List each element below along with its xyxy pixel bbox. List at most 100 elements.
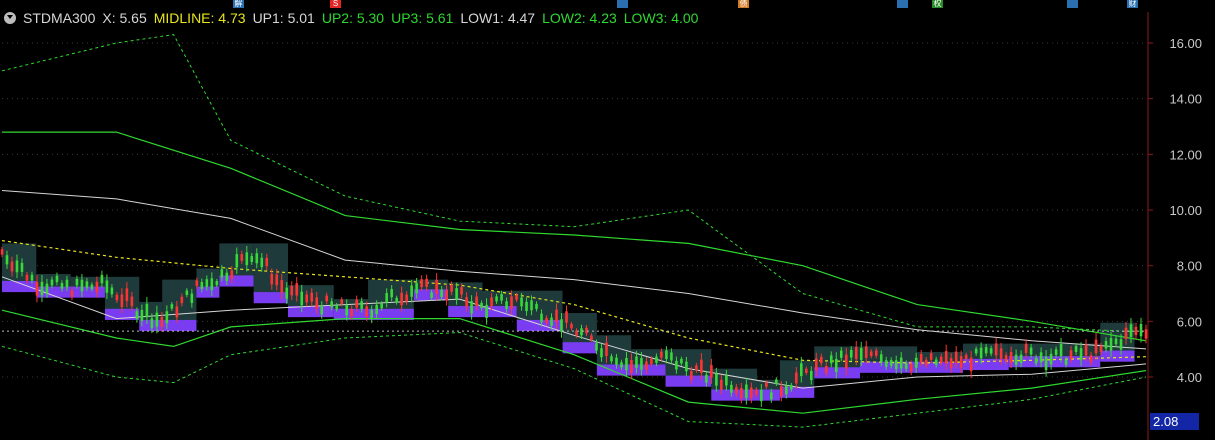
candle-body: [360, 301, 363, 309]
candle-body: [465, 297, 468, 307]
candle-body: [1114, 338, 1118, 345]
candle-body: [265, 257, 269, 267]
candle-body: [105, 280, 109, 293]
marker-5[interactable]: 权: [932, 0, 943, 8]
candle-body: [0, 249, 4, 255]
candle-body: [530, 300, 533, 311]
low-bar: [196, 286, 220, 298]
candle-body: [775, 379, 778, 384]
candle-body: [495, 296, 498, 302]
candle-body: [1039, 352, 1043, 363]
marker-1[interactable]: S: [330, 0, 341, 8]
candle-body: [605, 342, 608, 357]
candle-body: [430, 292, 433, 298]
candle-body: [999, 348, 1003, 360]
candle-body: [165, 311, 169, 324]
candle-body: [1144, 329, 1148, 339]
marker-4[interactable]: [897, 0, 908, 8]
candle-body: [1089, 355, 1093, 363]
candle-body: [270, 273, 274, 285]
candle-body: [1054, 349, 1058, 355]
marker-6[interactable]: [1067, 0, 1078, 8]
candle-body: [315, 297, 319, 309]
price-boxes: [2, 243, 1135, 401]
candle-body: [160, 316, 164, 327]
candle-body: [70, 290, 74, 297]
candle-body: [735, 387, 738, 394]
y-tick-label: 8.00: [1177, 259, 1202, 274]
y-tick-label: 4.00: [1177, 370, 1202, 385]
candle-body: [175, 306, 179, 318]
candle-body: [889, 360, 893, 366]
candle-body: [964, 354, 968, 359]
candle-body: [690, 371, 693, 380]
candle-body: [570, 323, 573, 329]
marker-0[interactable]: 解: [233, 0, 244, 8]
candle-body: [1009, 351, 1013, 363]
candle-body: [180, 296, 184, 304]
candle-body: [665, 350, 668, 360]
marker-3[interactable]: 债: [738, 0, 749, 8]
candle-body: [285, 287, 289, 299]
candle-body: [1034, 357, 1038, 364]
candle-body: [535, 303, 538, 309]
candle-body: [65, 279, 69, 288]
candle-body: [715, 373, 718, 386]
candle-body: [1134, 326, 1138, 336]
candle-body: [210, 278, 214, 291]
candle-body: [615, 357, 618, 365]
legend-up1: UP1: 5.01: [252, 10, 315, 26]
candle-body: [470, 301, 473, 314]
indicator-values: X: 5.65 MIDLINE: 4.73 UP1: 5.01 UP2: 5.30 UP…: [102, 10, 705, 26]
candle-body: [760, 389, 763, 402]
marker-7[interactable]: 财: [1127, 0, 1138, 8]
candle-body: [85, 281, 89, 288]
low-bar: [253, 292, 288, 304]
candle-body: [510, 296, 513, 309]
candle-body: [1139, 323, 1143, 337]
candle-body: [100, 274, 104, 284]
candle-body: [375, 304, 378, 315]
candle-body: [1029, 347, 1033, 355]
price-chart[interactable]: 16.00 14.00 12.00 10.00 8.00 6.00 4.00: [0, 0, 1215, 440]
candle-body: [839, 350, 843, 358]
legend-midline: MIDLINE: 4.73: [153, 10, 246, 26]
candle-body: [450, 284, 453, 292]
candle-body: [295, 283, 299, 296]
candle-body: [170, 304, 174, 309]
candle-body: [475, 296, 478, 306]
candle-body: [225, 272, 229, 281]
legend-up2: UP2: 5.30: [321, 10, 385, 26]
candle-body: [440, 289, 443, 297]
candle-body: [300, 291, 304, 306]
candle-body: [435, 279, 438, 294]
candle-body: [904, 363, 908, 369]
candle-body: [1064, 359, 1068, 365]
low-bar: [562, 342, 597, 354]
candle-body: [350, 309, 353, 317]
collapse-icon[interactable]: [4, 12, 16, 24]
candle-body: [884, 360, 888, 367]
candle-body: [655, 356, 658, 363]
candle-body: [909, 364, 913, 372]
candle-body: [240, 254, 244, 261]
marker-2[interactable]: [617, 0, 628, 8]
candle-body: [410, 285, 413, 297]
candle-body: [555, 309, 558, 323]
candle-body: [849, 349, 853, 358]
candle-body: [700, 359, 703, 373]
candle-body: [919, 354, 923, 363]
candle-body: [40, 281, 44, 296]
candle-body: [1044, 356, 1048, 371]
candle-body: [30, 274, 34, 281]
candle-body: [330, 301, 334, 308]
candle-body: [35, 281, 39, 296]
candle-body: [1074, 346, 1078, 353]
candle-body: [395, 297, 398, 303]
candle-body: [90, 284, 94, 290]
candle-body: [710, 365, 713, 378]
candle-body: [280, 280, 284, 293]
y-axis: 16.00 14.00 12.00 10.00 8.00 6.00 4.00: [1148, 36, 1202, 385]
y-tick-label: 14.00: [1169, 92, 1202, 107]
candle-body: [1049, 353, 1053, 365]
